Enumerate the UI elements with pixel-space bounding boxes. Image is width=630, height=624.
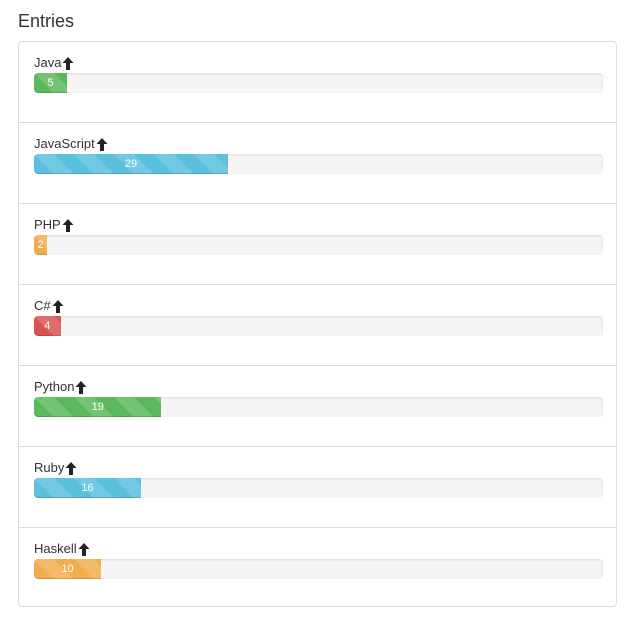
entry-header: Haskell: [34, 541, 90, 557]
progress-track: 10: [34, 559, 603, 579]
progress-bar: 4: [34, 316, 61, 336]
entry-header: C#: [34, 298, 64, 314]
entries-list: Java 5 JavaScript 29 PHP 2 C# 4 Python 1…: [18, 41, 617, 607]
entry-header: Ruby: [34, 460, 77, 476]
list-item: C# 4: [19, 284, 616, 365]
entry-name: Java: [34, 55, 62, 70]
entry-header: Python: [34, 379, 87, 395]
arrow-up-icon[interactable]: [96, 137, 108, 151]
list-item: Ruby 16: [19, 446, 616, 527]
entry-header: PHP: [34, 217, 74, 233]
entry-name: Python: [34, 379, 75, 394]
progress-bar: 19: [34, 397, 162, 417]
progress-track: 29: [34, 154, 603, 174]
arrow-up-icon[interactable]: [75, 380, 87, 394]
list-item: Haskell 10: [19, 527, 616, 608]
arrow-up-icon[interactable]: [78, 542, 90, 556]
progress-track: 19: [34, 397, 603, 417]
progress-bar: 10: [34, 559, 102, 579]
arrow-up-icon[interactable]: [65, 461, 77, 475]
list-item: PHP 2: [19, 203, 616, 284]
entry-name: PHP: [34, 217, 61, 232]
progress-track: 2: [34, 235, 603, 255]
progress-bar: 2: [34, 235, 48, 255]
entry-name: C#: [34, 298, 51, 313]
page: Entries Java 5 JavaScript 29 PHP 2 C# 4 …: [0, 0, 630, 624]
entry-name: Haskell: [34, 541, 77, 556]
list-item: Python 19: [19, 365, 616, 446]
progress-bar: 5: [34, 73, 67, 93]
progress-track: 4: [34, 316, 603, 336]
arrow-up-icon[interactable]: [52, 299, 64, 313]
progress-bar: 29: [34, 154, 229, 174]
entry-name: JavaScript: [34, 136, 95, 151]
progress-track: 5: [34, 73, 603, 93]
arrow-up-icon[interactable]: [62, 56, 74, 70]
list-item: Java 5: [19, 42, 616, 122]
arrow-up-icon[interactable]: [62, 218, 74, 232]
entry-name: Ruby: [34, 460, 65, 475]
page-title: Entries: [18, 11, 75, 31]
list-item: JavaScript 29: [19, 122, 616, 203]
entry-header: JavaScript: [34, 136, 108, 152]
progress-bar: 16: [34, 478, 141, 498]
progress-track: 16: [34, 478, 603, 498]
entry-header: Java: [34, 55, 74, 71]
